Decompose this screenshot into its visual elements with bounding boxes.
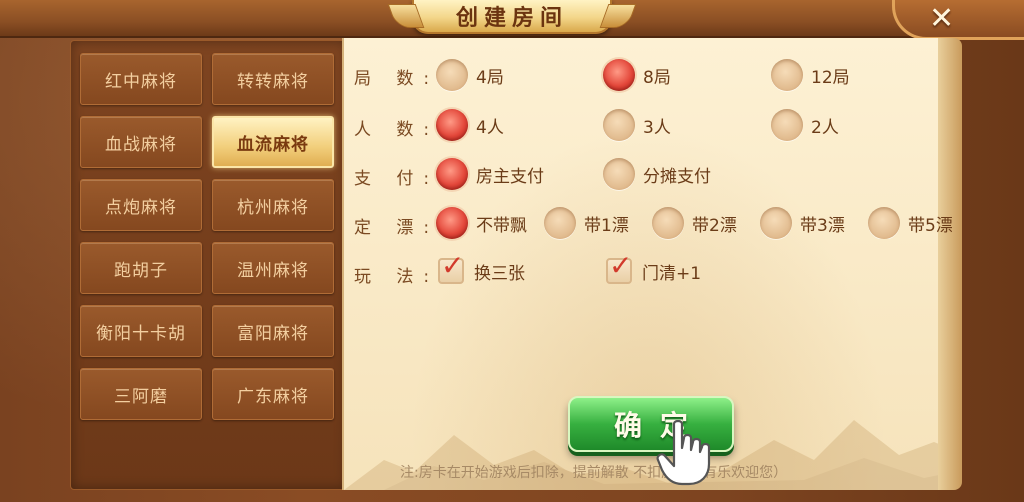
- radio-icon: [603, 158, 635, 190]
- game-type-button[interactable]: 三阿磨: [80, 368, 202, 420]
- radio-icon: [603, 109, 635, 141]
- piao-option[interactable]: 带1漂: [544, 207, 629, 239]
- room-card-note: 注:房卡在开始游戏后扣除，提前解散 不扣房卡（有乐欢迎您）: [400, 465, 788, 481]
- players-label: 人 数:: [354, 120, 440, 140]
- radio-icon: [868, 207, 900, 239]
- game-type-button[interactable]: 衡阳十卡胡: [80, 305, 202, 357]
- players-option[interactable]: 3人: [603, 109, 671, 141]
- game-type-button[interactable]: 温州麻将: [212, 242, 334, 294]
- game-type-button[interactable]: 点炮麻将: [80, 179, 202, 231]
- players-option-selected[interactable]: 4人: [436, 109, 504, 141]
- option-label: 不带飘: [476, 215, 527, 236]
- payment-label: 支 付:: [354, 169, 440, 189]
- game-type-label: 富阳麻将: [237, 323, 309, 344]
- radio-selected-icon: [436, 109, 468, 141]
- rules-label: 玩 法:: [354, 267, 440, 287]
- option-label: 换三张: [474, 263, 525, 284]
- game-type-button[interactable]: 转转麻将: [212, 53, 334, 105]
- rounds-label: 局 数:: [354, 69, 440, 89]
- option-label: 带1漂: [584, 215, 629, 236]
- piao-option-selected[interactable]: 不带飘: [436, 207, 527, 239]
- game-type-button[interactable]: 跑胡子: [80, 242, 202, 294]
- radio-icon: [652, 207, 684, 239]
- game-type-label: 三阿磨: [114, 386, 168, 407]
- option-label: 房主支付: [476, 166, 544, 187]
- players-option[interactable]: 2人: [771, 109, 839, 141]
- piao-option[interactable]: 带3漂: [760, 207, 845, 239]
- radio-icon: [771, 59, 803, 91]
- rules-checkbox[interactable]: ✓ 换三张: [438, 252, 525, 284]
- game-type-label: 广东麻将: [237, 386, 309, 407]
- game-type-label: 杭州麻将: [237, 197, 309, 218]
- close-button[interactable]: ✕: [892, 0, 1024, 40]
- game-type-button[interactable]: 红中麻将: [80, 53, 202, 105]
- option-label: 带5漂: [908, 215, 952, 236]
- game-type-button[interactable]: 富阳麻将: [212, 305, 334, 357]
- option-label: 2人: [811, 117, 839, 138]
- radio-icon: [436, 59, 468, 91]
- game-type-label: 血战麻将: [105, 134, 177, 155]
- option-label: 分摊支付: [643, 166, 711, 187]
- option-label: 带2漂: [692, 215, 737, 236]
- game-type-button[interactable]: 广东麻将: [212, 368, 334, 420]
- piao-option[interactable]: 带5漂: [868, 207, 952, 239]
- radio-icon: [771, 109, 803, 141]
- scroll-edge: [938, 38, 962, 490]
- close-icon: ✕: [929, 0, 955, 36]
- option-label: 带3漂: [800, 215, 845, 236]
- rules-checkbox[interactable]: ✓ 门清+1: [606, 252, 702, 284]
- pointer-hand-icon: [656, 420, 711, 486]
- game-type-label: 跑胡子: [114, 260, 168, 281]
- option-label: 8局: [643, 67, 671, 88]
- checkbox-checked-icon: ✓: [606, 252, 632, 284]
- checkbox-checked-icon: ✓: [438, 252, 464, 284]
- option-label: 4人: [476, 117, 504, 138]
- radio-selected-icon: [436, 207, 468, 239]
- rounds-option-selected[interactable]: 8局: [603, 59, 671, 91]
- rounds-option[interactable]: 4局: [436, 59, 504, 91]
- rounds-option[interactable]: 12局: [771, 59, 850, 91]
- game-type-label: 温州麻将: [237, 260, 309, 281]
- payment-option[interactable]: 分摊支付: [603, 158, 711, 190]
- option-label: 12局: [811, 67, 850, 88]
- radio-selected-icon: [603, 59, 635, 91]
- payment-option-selected[interactable]: 房主支付: [436, 158, 544, 190]
- game-type-label: 血流麻将: [237, 134, 309, 155]
- radio-icon: [544, 207, 576, 239]
- option-label: 门清+1: [642, 263, 702, 284]
- piao-option[interactable]: 带2漂: [652, 207, 737, 239]
- option-label: 3人: [643, 117, 671, 138]
- title-plaque: 创建房间: [412, 0, 612, 34]
- page-title: 创建房间: [455, 5, 568, 31]
- game-type-button-selected[interactable]: 血流麻将: [212, 116, 334, 168]
- piao-label: 定 漂:: [354, 218, 440, 238]
- radio-icon: [760, 207, 792, 239]
- radio-selected-icon: [436, 158, 468, 190]
- game-type-label: 转转麻将: [237, 71, 309, 92]
- option-label: 4局: [476, 67, 504, 88]
- game-type-label: 衡阳十卡胡: [96, 323, 186, 344]
- game-type-button[interactable]: 杭州麻将: [212, 179, 334, 231]
- game-type-label: 点炮麻将: [105, 197, 177, 218]
- game-type-button[interactable]: 血战麻将: [80, 116, 202, 168]
- game-type-label: 红中麻将: [105, 71, 177, 92]
